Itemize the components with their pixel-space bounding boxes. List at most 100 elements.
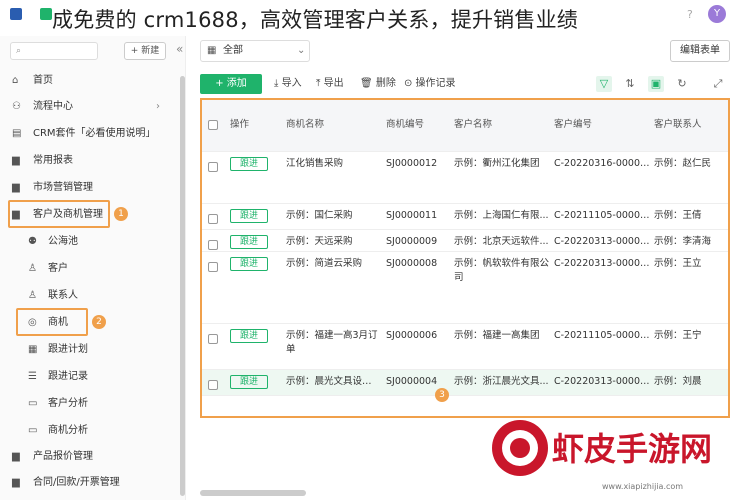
- column-header: 商机名称: [286, 119, 325, 130]
- table-row[interactable]: 跟进 示例：福建一高3月订单 SJ0000006 示例：福建一高集团 C-2021110…: [202, 324, 728, 370]
- opportunity-name: 示例：简道云采购: [286, 258, 363, 269]
- sidebar-item-marketing[interactable]: ▆ 市场营销管理: [0, 175, 186, 201]
- row-checkbox[interactable]: [208, 262, 218, 272]
- home-icon: ⌂: [12, 75, 19, 86]
- add-button[interactable]: + 添加: [200, 74, 262, 94]
- followup-button[interactable]: 跟进: [230, 257, 268, 271]
- sidebar-item-public-pool[interactable]: ⚉ 公海池: [0, 229, 186, 255]
- row-checkbox[interactable]: [208, 334, 218, 344]
- sidebar-item-home[interactable]: ⌂ 首页: [0, 68, 186, 94]
- view-select[interactable]: ▦ 全部 ⌄: [200, 40, 310, 62]
- sidebar-item-flow[interactable]: ⚇ 流程中心 ›: [0, 94, 186, 120]
- sidebar-item-label: 联系人: [48, 290, 78, 301]
- row-checkbox[interactable]: [208, 162, 218, 172]
- table-row[interactable]: 跟进 示例：天远采购 SJ0000009 示例：北京天远软件... C-20220313…: [202, 230, 728, 252]
- customer-contact: 示例：王倩: [654, 210, 702, 221]
- opportunity-name: 示例：晨光文具设备...: [286, 376, 378, 387]
- opportunity-name: 示例：国仁采购: [286, 210, 353, 221]
- sidebar-item-label: 商机分析: [48, 425, 88, 436]
- export-button[interactable]: ⤒ 导出: [316, 74, 344, 94]
- customer-contact: 示例：李清海: [654, 236, 712, 247]
- sidebar-item-reports[interactable]: ▆ 常用报表: [0, 148, 186, 174]
- sidebar-item-crm-guide[interactable]: ▤ CRM套件「必看使用说明」: [0, 121, 186, 147]
- app-logo: [10, 8, 22, 20]
- row-checkbox[interactable]: [208, 380, 218, 390]
- sidebar-item-opportunity-analysis[interactable]: ▭ 商机分析: [0, 418, 186, 444]
- refresh-icon[interactable]: ↻: [674, 76, 690, 92]
- watermark-url: www.xiapizhijia.com: [602, 482, 684, 491]
- list-icon: ☰: [28, 371, 37, 382]
- row-height-icon[interactable]: ▣: [648, 76, 664, 92]
- followup-button[interactable]: 跟进: [230, 209, 268, 223]
- folder-icon: ▆: [12, 182, 20, 193]
- table-icon: ▦: [207, 45, 217, 56]
- select-all-checkbox[interactable]: [208, 120, 218, 130]
- fullscreen-icon[interactable]: ⤢: [710, 76, 726, 92]
- collapse-sidebar-icon[interactable]: «: [176, 42, 183, 56]
- column-header: 客户联系人: [654, 119, 702, 130]
- sidebar-item-followup-record[interactable]: ☰ 跟进记录: [0, 364, 186, 390]
- avatar[interactable]: Y: [708, 5, 726, 23]
- watermark-logo: 虾皮手游网 www.xiapizhijia.com: [492, 420, 740, 500]
- sidebar-scrollbar[interactable]: [180, 76, 185, 496]
- sort-icon[interactable]: ⇅: [622, 76, 638, 92]
- opportunity-name: 示例：福建一高3月订单: [286, 330, 378, 355]
- table-row[interactable]: 跟进 示例：晨光文具设备... SJ0000004 示例：浙江晨光文具... C-202…: [202, 370, 728, 396]
- customer-name: 示例：福建一高集团: [454, 330, 540, 341]
- opportunity-name: 江化销售采购: [286, 158, 344, 169]
- sidebar-item-customer[interactable]: ♙ 客户: [0, 256, 186, 282]
- shrimp-logo-core: [510, 438, 530, 458]
- sidebar: ⌕ + 新建 « ⌂ 首页 ⚇ 流程中心 › ▤ CRM套件「必看使用说明」 ▆…: [0, 36, 186, 500]
- sidebar-item-label: 跟进记录: [48, 371, 88, 382]
- table-row[interactable]: 跟进 江化销售采购 SJ0000012 示例：衢州江化集团 C-20220316-000…: [202, 152, 728, 204]
- table-header: 操作 商机名称 商机编号 客户名称 客户编号 客户联系人: [202, 100, 728, 152]
- table-row[interactable]: 跟进 示例：国仁采购 SJ0000011 示例：上海国仁有限... C-20211105…: [202, 204, 728, 230]
- people-icon: ⚉: [28, 236, 37, 247]
- row-checkbox[interactable]: [208, 214, 218, 224]
- customer-code: C-20211105-0000001: [554, 210, 652, 221]
- sidebar-item-label: 首页: [33, 75, 53, 86]
- customer-name: 示例：北京天远软件...: [454, 236, 549, 247]
- customer-code: C-20220313-0000004: [554, 376, 652, 387]
- help-icon[interactable]: ?: [687, 8, 693, 21]
- folder-icon: ▆: [12, 155, 20, 166]
- sidebar-search-input[interactable]: ⌕: [10, 42, 98, 60]
- sidebar-item-label: 公海池: [48, 236, 78, 247]
- chevron-down-icon: ⌄: [297, 45, 306, 56]
- customer-name: 示例：衢州江化集团: [454, 158, 540, 169]
- search-icon: ⌕: [16, 46, 22, 56]
- chart-icon: ▭: [28, 425, 38, 436]
- horizontal-scrollbar[interactable]: [200, 490, 306, 496]
- delete-button[interactable]: 🗑 删除: [360, 74, 396, 94]
- highlight-box-opportunity: [16, 308, 88, 336]
- folder-icon: ▆: [12, 451, 20, 462]
- sidebar-item-label: 合同/回款/开票管理: [33, 477, 120, 488]
- app-icon: [40, 8, 52, 20]
- opportunity-code: SJ0000008: [386, 258, 438, 269]
- sidebar-item-contacts[interactable]: ♙ 联系人: [0, 283, 186, 309]
- sidebar-item-followup-plan[interactable]: ▦ 跟进计划: [0, 337, 186, 363]
- customer-name: 示例：上海国仁有限...: [454, 210, 549, 221]
- edit-form-button[interactable]: 编辑表单: [670, 40, 730, 62]
- followup-button[interactable]: 跟进: [230, 375, 268, 389]
- headline-overlay: 成免费的 crm1688，高效管理客户关系，提升销售业绩: [52, 8, 578, 32]
- followup-button[interactable]: 跟进: [230, 157, 268, 171]
- followup-button[interactable]: 跟进: [230, 235, 268, 249]
- sidebar-item-customer-analysis[interactable]: ▭ 客户分析: [0, 391, 186, 417]
- sidebar-item-contracts[interactable]: ▆ 合同/回款/开票管理: [0, 470, 186, 496]
- new-button[interactable]: + 新建: [124, 42, 166, 60]
- followup-button[interactable]: 跟进: [230, 329, 268, 343]
- operation-log-button[interactable]: ⊙ 操作记录: [404, 74, 456, 94]
- person-icon: ♙: [28, 290, 37, 301]
- sidebar-item-label: 常用报表: [33, 155, 73, 166]
- view-select-value: 全部: [223, 45, 243, 56]
- filter-icon[interactable]: ▽: [596, 76, 612, 92]
- sidebar-item-quotes[interactable]: ▆ 产品报价管理: [0, 444, 186, 470]
- customer-code: C-20220313-0000002: [554, 236, 652, 247]
- row-checkbox[interactable]: [208, 240, 218, 250]
- opportunity-code: SJ0000004: [386, 376, 438, 387]
- table-row[interactable]: 跟进 示例：简道云采购 SJ0000008 示例：帆软软件有限公司 C-20220313…: [202, 252, 728, 324]
- import-button[interactable]: ⤓ 导入: [274, 74, 302, 94]
- customer-contact: 示例：刘晨: [654, 376, 702, 387]
- flow-icon: ⚇: [12, 101, 21, 112]
